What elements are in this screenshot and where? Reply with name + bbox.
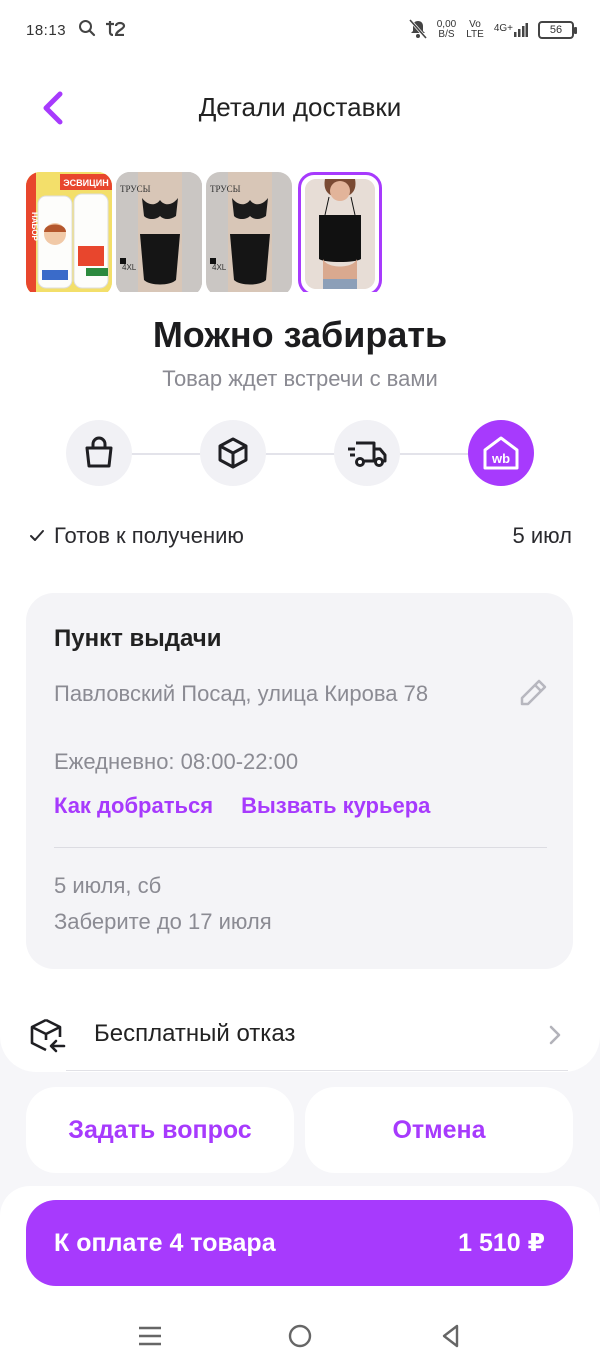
menu-icon xyxy=(139,1326,161,1346)
ask-question-button[interactable]: Задать вопрос xyxy=(26,1087,294,1173)
signal-icon: 4G+ xyxy=(494,23,528,37)
home-nav-button[interactable] xyxy=(280,1316,320,1356)
status-bar: 18:13 0,00 B/S Vo LTE 4G+ 56 xyxy=(0,0,600,60)
volte-bottom: LTE xyxy=(466,29,484,40)
step-ready: wb xyxy=(468,420,534,486)
ready-status-row: Готов к получению 5 июл xyxy=(28,520,572,552)
search-icon xyxy=(78,19,96,41)
svg-text:ЭСВИЦИН: ЭСВИЦИН xyxy=(63,178,108,188)
pencil-icon xyxy=(520,679,547,706)
pay-amount: 1 510 ₽ xyxy=(458,1229,545,1257)
svg-text:ТРУСЫ: ТРУСЫ xyxy=(120,184,151,194)
delivery-progress: wb xyxy=(66,420,534,488)
battery-level: 56 xyxy=(549,24,563,36)
back-triangle-icon xyxy=(442,1324,459,1348)
pickup-date: 5 июля, сб xyxy=(54,873,162,898)
divider xyxy=(54,847,547,848)
network-type: 4G+ xyxy=(493,23,513,34)
home-circle-icon xyxy=(288,1324,312,1348)
free-refusal-label: Бесплатный отказ xyxy=(94,1020,296,1047)
net-speed: 0,00 B/S xyxy=(437,20,456,40)
shopping-bag-icon xyxy=(85,436,113,468)
battery-icon: 56 xyxy=(538,21,577,39)
mute-bell-icon xyxy=(408,18,427,42)
status-subtitle: Товар ждет встречи с вами xyxy=(162,366,438,391)
step-ordered xyxy=(66,420,132,486)
header: Детали доставки xyxy=(0,70,600,146)
ready-date: 5 июл xyxy=(512,523,573,548)
volte-indicator: Vo LTE xyxy=(466,20,484,40)
status-time: 18:13 xyxy=(26,21,67,39)
product-image-top xyxy=(305,179,375,289)
pickup-deadline: Заберите до 17 июля xyxy=(54,909,272,934)
pickup-point-card: Пункт выдачи Павловский Посад, улица Кир… xyxy=(26,593,573,969)
progress-line xyxy=(100,453,500,455)
product-thumbnails: ЭСВИЦИН НАБОР ТРУСЫ 4XL ТРУСЫ 4XL xyxy=(26,172,382,298)
product-thumbnail-selected[interactable] xyxy=(298,172,382,296)
back-nav-button[interactable] xyxy=(430,1316,470,1356)
svg-text:4XL: 4XL xyxy=(122,263,137,272)
status-title: Можно забирать xyxy=(152,314,448,355)
t2-logo-icon xyxy=(104,20,126,40)
product-image-shampoo: ЭСВИЦИН НАБОР xyxy=(26,172,112,296)
svg-text:4XL: 4XL xyxy=(212,263,227,272)
pickup-hours: Ежедневно: 08:00-22:00 xyxy=(54,749,299,774)
ready-label: Готов к получению xyxy=(54,523,244,548)
menu-nav-button[interactable] xyxy=(130,1316,170,1356)
product-thumbnail[interactable]: ТРУСЫ 4XL xyxy=(116,172,202,296)
pickup-links: Как добраться Вызвать курьера xyxy=(54,793,430,819)
pay-button[interactable]: К оплате 4 товара 1 510 ₽ xyxy=(26,1200,573,1286)
svg-text:ТРУСЫ: ТРУСЫ xyxy=(210,184,241,194)
free-refusal-row[interactable]: Бесплатный отказ xyxy=(0,1002,600,1068)
delivery-truck-icon xyxy=(348,441,387,467)
step-packed xyxy=(200,420,266,486)
chevron-right-icon xyxy=(548,1024,562,1046)
call-courier-link[interactable]: Вызвать курьера xyxy=(241,793,430,819)
wb-pickup-point-icon: wb xyxy=(483,436,519,470)
product-image-underwear: ТРУСЫ 4XL xyxy=(206,172,292,296)
pay-label: К оплате 4 товара xyxy=(54,1228,276,1257)
net-speed-unit: B/S xyxy=(438,29,455,40)
check-icon xyxy=(30,530,44,541)
system-navigation-bar xyxy=(0,1304,600,1360)
svg-text:wb: wb xyxy=(491,451,510,466)
product-image-underwear: ТРУСЫ 4XL xyxy=(116,172,202,296)
step-shipping xyxy=(334,420,400,486)
product-image-crop-top xyxy=(305,179,375,289)
pickup-title: Пункт выдачи xyxy=(54,625,222,652)
box-icon xyxy=(218,437,248,469)
edit-address-button[interactable] xyxy=(517,677,549,709)
product-thumbnail[interactable]: ТРУСЫ 4XL xyxy=(206,172,292,296)
pickup-address: Павловский Посад, улица Кирова 78 xyxy=(54,681,429,706)
return-box-icon xyxy=(28,1016,68,1056)
divider xyxy=(66,1070,568,1071)
page-title: Детали доставки xyxy=(198,92,402,122)
cancel-order-button[interactable]: Отмена xyxy=(305,1087,573,1173)
product-thumbnail[interactable]: ЭСВИЦИН НАБОР xyxy=(26,172,112,296)
route-link[interactable]: Как добраться xyxy=(54,793,213,819)
